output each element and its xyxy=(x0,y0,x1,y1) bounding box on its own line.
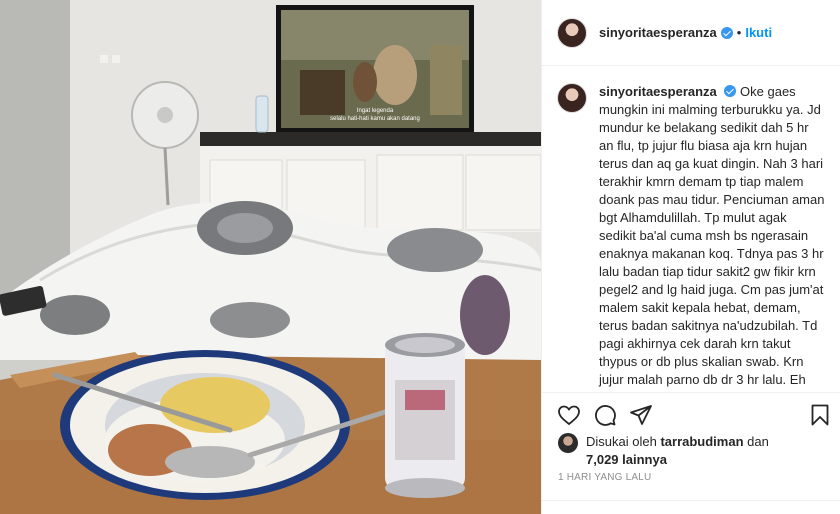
verified-badge-icon xyxy=(720,26,733,39)
bookmark-icon[interactable] xyxy=(808,403,832,427)
author-username[interactable]: sinyoritaesperanza xyxy=(599,25,717,40)
caption-username[interactable]: sinyoritaesperanza xyxy=(599,84,717,99)
likes-text: Disukai oleh tarrabudiman dan 7,029 lain… xyxy=(586,433,769,469)
liker-username[interactable]: tarrabudiman xyxy=(660,434,743,449)
share-icon[interactable] xyxy=(629,403,653,427)
post-photo[interactable]: Ingat legenda selalu hati-hati kamu akan… xyxy=(0,0,541,514)
liker-avatar[interactable] xyxy=(558,433,578,453)
follow-button[interactable]: Ikuti xyxy=(745,25,772,40)
post-header: sinyoritaesperanza • Ikuti xyxy=(542,0,840,66)
drink-can xyxy=(385,333,465,498)
author-avatar[interactable] xyxy=(557,17,587,48)
separator-dot: • xyxy=(736,25,742,40)
caption-author-avatar[interactable] xyxy=(557,83,587,113)
tv-subtitle-line2: selalu hati-hati kamu akan datang xyxy=(330,116,420,122)
likes-and: dan xyxy=(747,434,769,449)
post-timestamp[interactable]: 1 HARI YANG LALU xyxy=(558,472,651,483)
likes-summary: Disukai oleh tarrabudiman dan 7,029 lain… xyxy=(558,433,828,469)
likes-count-link[interactable]: 7,029 lainnya xyxy=(586,452,667,467)
caption-text: Oke gaes mungkin ini malming terburukku … xyxy=(599,84,825,392)
add-comment-row[interactable] xyxy=(542,500,840,514)
tv-subtitle-line1: Ingat legenda xyxy=(357,108,394,114)
comment-icon[interactable] xyxy=(593,403,617,427)
post-side-panel: sinyoritaesperanza • Ikuti sinyoritaespe… xyxy=(541,0,840,514)
post-actions-bar xyxy=(542,392,840,436)
caption-area: sinyoritaesperanza Oke gaes mungkin ini … xyxy=(542,67,840,392)
heart-icon[interactable] xyxy=(557,403,581,427)
television: Ingat legenda selalu hati-hati kamu akan… xyxy=(276,5,474,132)
verified-badge-icon xyxy=(724,85,737,97)
likes-prefix: Disukai oleh xyxy=(586,434,657,449)
post-image-illustration: Ingat legenda selalu hati-hati kamu akan… xyxy=(0,0,541,514)
caption-body: sinyoritaesperanza Oke gaes mungkin ini … xyxy=(599,83,825,392)
